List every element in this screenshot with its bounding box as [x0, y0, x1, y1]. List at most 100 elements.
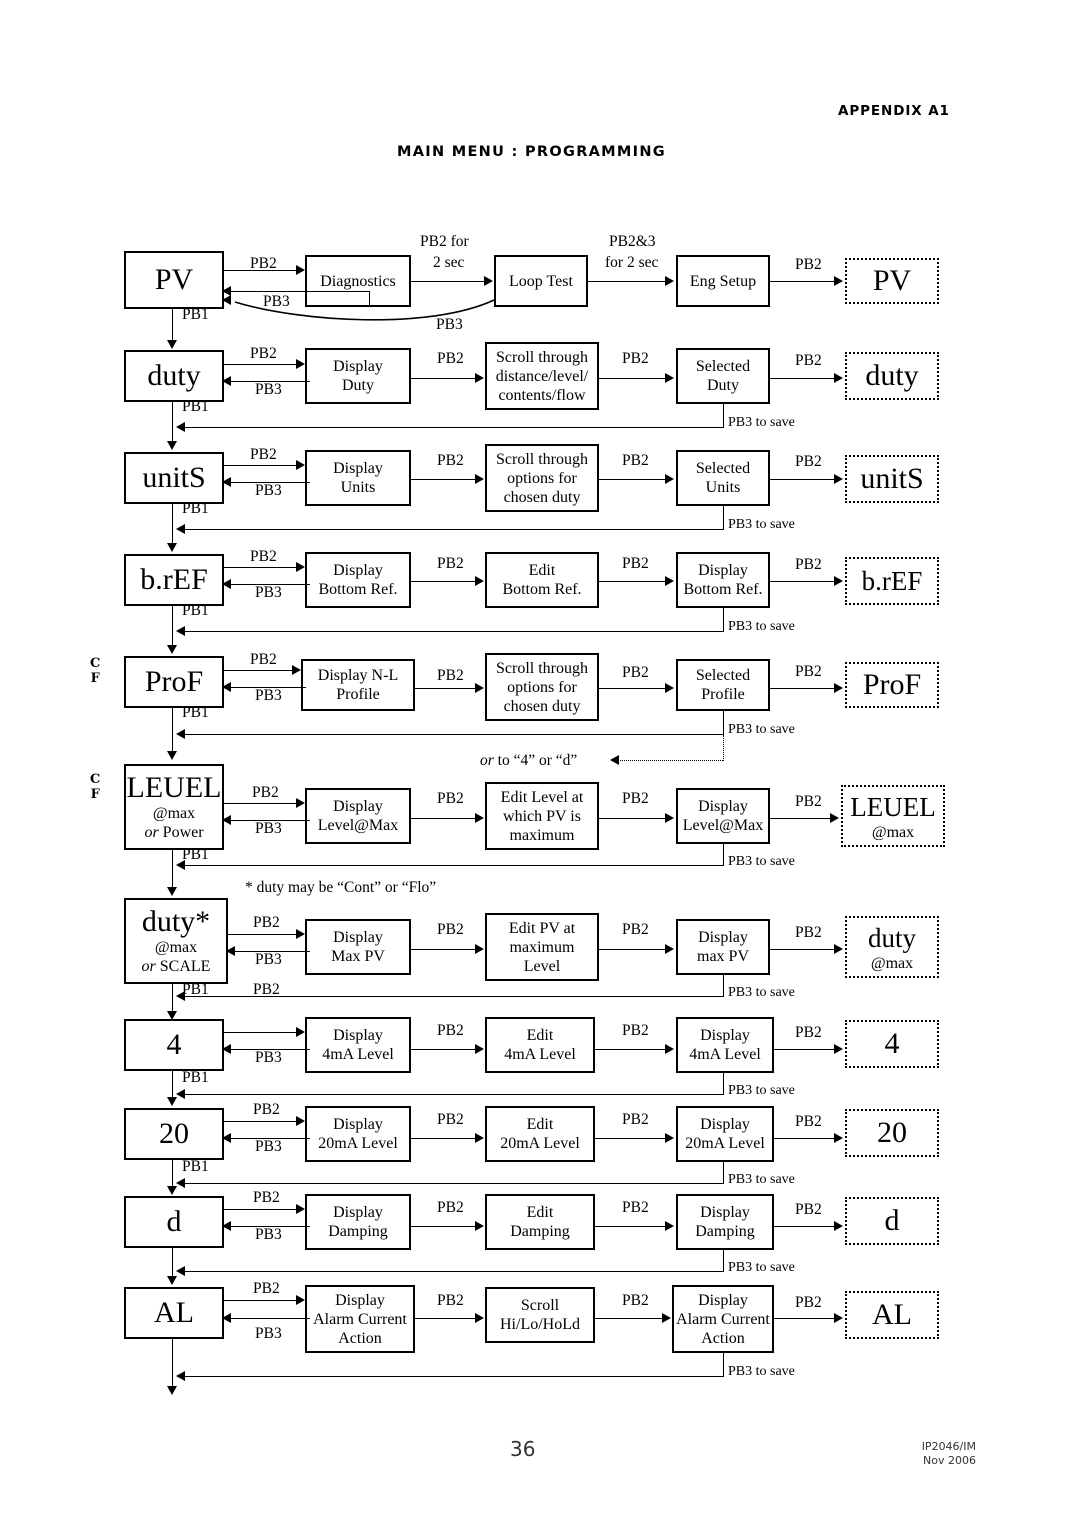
conn-scroll-selected	[599, 378, 666, 379]
conn-display2-result	[774, 1226, 836, 1227]
label-pb3-to-save: PB3 to save	[728, 517, 795, 532]
menu-box-4ma: 4	[124, 1019, 224, 1071]
conn-display-alarm-return	[228, 1318, 310, 1319]
label-duty-footnote: * duty may be “Cont” or “Flo”	[245, 879, 437, 896]
step-box-edit-level-max: Edit Level at which PV is maximum	[485, 782, 599, 850]
label-pb2: PB2	[437, 1022, 464, 1039]
label-pb2: PB2	[253, 914, 280, 931]
arrow-down-icon	[167, 1186, 177, 1195]
result-box-duty-label: duty	[865, 359, 919, 392]
conn-display-edit	[411, 949, 476, 950]
step-box-display-level-max-2: Display Level@Max	[676, 788, 770, 844]
result-box-units-label: unitS	[860, 462, 924, 495]
arrow-right-icon	[475, 373, 484, 383]
menu-box-prof-label: ProF	[144, 665, 204, 698]
step-box-edit-bottom-ref: Edit Bottom Ref.	[485, 552, 599, 608]
result-box-damping-label: d	[884, 1204, 900, 1237]
arrow-left-icon	[222, 1133, 231, 1143]
label-pb2: PB2	[622, 1199, 649, 1216]
label-pb3: PB3	[255, 687, 282, 704]
arrow-down-icon	[167, 751, 177, 760]
label-pb2: PB2	[253, 1101, 280, 1118]
step-box-display-max-pv-2: Display max PV	[676, 919, 770, 975]
label-pb2: PB2	[795, 556, 822, 573]
arrow-down-icon	[167, 645, 177, 654]
label-pb3: PB3	[255, 381, 282, 398]
menu-box-duty-max-label: duty*	[141, 905, 211, 938]
conn-display2-result	[770, 949, 836, 950]
result-box-alarm: AL	[845, 1291, 939, 1339]
label-pb2: PB2	[622, 1292, 649, 1309]
arrow-right-icon	[475, 576, 484, 586]
menu-box-units-label: unitS	[142, 461, 206, 494]
label-pb2: PB2	[253, 1280, 280, 1297]
result-box-4ma-label: 4	[884, 1027, 900, 1060]
step-box-scroll-units: Scroll through options for chosen duty	[485, 444, 599, 512]
result-box-leuel-label: LEUEL	[850, 791, 936, 822]
label-pb1: PB1	[182, 398, 209, 415]
arrow-right-icon	[662, 1313, 671, 1323]
result-box-leuel-sub: @max	[871, 823, 915, 841]
result-box-4ma: 4	[845, 1020, 939, 1068]
label-pb2: PB2	[437, 1199, 464, 1216]
label-pb3-to-save: PB3 to save	[728, 854, 795, 869]
label-pb2: PB2	[622, 790, 649, 807]
step-box-selected-duty: Selected Duty	[676, 348, 770, 404]
save-drop-damping	[723, 1250, 724, 1272]
label-pb3: PB3	[436, 316, 463, 333]
step-line: Display Level@Max	[317, 798, 399, 834]
arrow-right-icon	[834, 944, 843, 954]
label-pb2: PB2	[622, 1022, 649, 1039]
label-pb2: PB2	[795, 663, 822, 680]
label-pb2: PB2	[795, 924, 822, 941]
menu-box-20ma: 20	[124, 1108, 224, 1160]
arrow-right-icon	[834, 1313, 843, 1323]
arrow-right-icon	[296, 1116, 305, 1126]
label-pb3: PB3	[255, 482, 282, 499]
step-line: Display Alarm Current Action	[676, 1291, 770, 1347]
conn-dutymax-display	[228, 934, 298, 935]
step-line: Scroll through distance/level/ contents/…	[495, 348, 589, 404]
arrow-left-icon	[222, 1313, 231, 1323]
step-box-display-4ma: Display 4mA Level	[305, 1017, 411, 1073]
result-box-prof: ProF	[845, 662, 939, 708]
step-line: Display N-L Profile	[317, 667, 399, 703]
arrow-right-icon	[834, 1044, 843, 1054]
step-box-edit-damping: Edit Damping	[485, 1194, 595, 1250]
step-box-display-20ma: Display 20mA Level	[305, 1106, 411, 1162]
step-box-display-20ma-2: Display 20mA Level	[676, 1106, 774, 1162]
conn-edit-display2	[595, 1138, 666, 1139]
label-pb2: PB2	[795, 1201, 822, 1218]
step-line: Display Damping	[328, 1204, 388, 1240]
arrow-left-icon	[176, 1089, 185, 1099]
step-box-scroll-hi-lo-hold: Scroll Hi/Lo/HoLd	[485, 1287, 595, 1343]
label-pb2: PB2	[437, 1292, 464, 1309]
step-line: Display Max PV	[331, 929, 385, 965]
step-box-display-damping-2: Display Damping	[676, 1194, 774, 1250]
arrow-right-icon	[475, 1313, 484, 1323]
label-or-to-4-or-d: or to “4” or “d”	[480, 752, 577, 769]
menu-box-bref-label: b.rEF	[140, 563, 208, 596]
label-pb2: PB2	[253, 1189, 280, 1206]
step-line: Selected Duty	[695, 358, 751, 394]
arrow-right-icon	[296, 929, 305, 939]
step-box-edit-pv-max: Edit PV at maximum Level	[485, 913, 599, 981]
menu-box-leuel-sub2-text: Power	[162, 824, 204, 841]
label-pb3: PB3	[255, 1049, 282, 1066]
arrow-down-icon	[167, 1276, 177, 1285]
arrow-right-icon	[296, 1027, 305, 1037]
arrow-left-icon	[226, 946, 235, 956]
step-line: Display Bottom Ref.	[318, 562, 398, 598]
step-line: Display Damping	[695, 1204, 755, 1240]
label-pb3: PB3	[255, 1325, 282, 1342]
label-pb3-to-save: PB3 to save	[728, 1172, 795, 1187]
conn-4ma-display	[224, 1032, 298, 1033]
conn-selected-result	[770, 378, 836, 379]
label-pb1: PB1	[182, 500, 209, 517]
step-line: Edit Damping	[510, 1204, 570, 1240]
menu-box-alarm-label: AL	[154, 1296, 194, 1329]
arrow-left-icon	[176, 1178, 185, 1188]
step-line: Scroll through options for chosen duty	[496, 450, 588, 506]
save-return-duty	[182, 427, 723, 428]
label-pb2: PB2	[795, 1024, 822, 1041]
